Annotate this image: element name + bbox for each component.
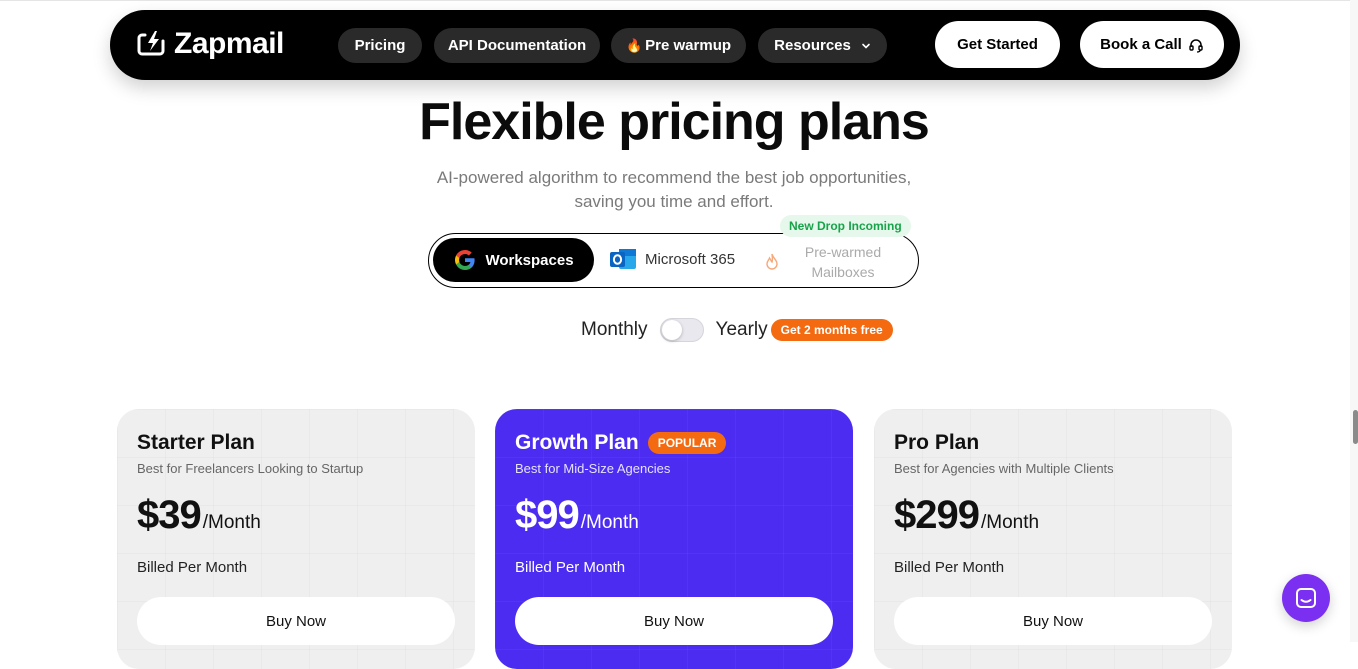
billing-note: Billed Per Month xyxy=(894,559,1005,576)
price-amount: $299 xyxy=(894,493,980,537)
get-started-label: Get Started xyxy=(957,36,1038,53)
fire-icon: 🔥 xyxy=(625,37,643,53)
billing-switch[interactable] xyxy=(659,318,704,342)
plan-name: Growth Plan POPULAR xyxy=(515,431,727,455)
buy-now-button[interactable]: Buy Now xyxy=(894,597,1212,645)
plan-card-pro: Pro Plan Best for Agencies with Multiple… xyxy=(874,409,1232,669)
outlook-icon xyxy=(610,249,636,269)
get-started-button[interactable]: Get Started xyxy=(935,21,1060,68)
price-unit: /Month xyxy=(202,512,261,533)
switch-knob xyxy=(661,320,682,340)
chevron-down-icon xyxy=(862,43,870,49)
nav-pre-warmup-label: Pre warmup xyxy=(645,37,732,54)
tab-workspaces[interactable]: Workspaces xyxy=(433,238,594,282)
nav-resources-label: Resources xyxy=(774,37,851,54)
price-unit: /Month xyxy=(580,512,639,533)
top-border xyxy=(0,0,1358,1)
plan-name-text: Growth Plan xyxy=(515,431,639,454)
yearly-label[interactable]: Yearly xyxy=(716,319,768,341)
plan-description: Best for Agencies with Multiple Clients xyxy=(894,461,1114,476)
plan-card-starter: Starter Plan Best for Freelancers Lookin… xyxy=(117,409,475,669)
nav-pre-warmup[interactable]: 🔥 Pre warmup xyxy=(611,28,746,63)
nav-resources[interactable]: Resources xyxy=(758,28,887,63)
plan-description: Best for Mid-Size Agencies xyxy=(515,461,671,476)
nav-pricing[interactable]: Pricing xyxy=(338,28,422,63)
page-title: Flexible pricing plans xyxy=(419,93,930,151)
promo-badge: Get 2 months free xyxy=(770,319,893,341)
scrollbar-thumb[interactable] xyxy=(1353,410,1358,444)
plan-name: Starter Plan xyxy=(137,431,255,455)
tab-workspaces-label: Workspaces xyxy=(485,251,574,269)
prewarmed-line-2: Mailboxes xyxy=(811,264,875,280)
plan-price: $299 /Month xyxy=(894,493,1039,538)
navbar: Zapmail Pricing API Documentation 🔥 Pre … xyxy=(110,10,1240,80)
provider-toggle: Workspaces Microsoft 365 Pre-warmed Mail… xyxy=(428,233,919,288)
monthly-label[interactable]: Monthly xyxy=(581,319,648,341)
book-call-label: Book a Call xyxy=(1100,36,1182,53)
price-amount: $99 xyxy=(515,493,580,537)
nav-pricing-label: Pricing xyxy=(354,37,406,54)
nav-api-label: API Documentation xyxy=(447,37,587,54)
brand-name: Zapmail xyxy=(174,27,284,60)
lightning-icon xyxy=(137,31,165,56)
chat-icon xyxy=(1296,588,1316,608)
price-unit: /Month xyxy=(980,512,1040,533)
subtitle-line-2: saving you time and effort. xyxy=(574,192,774,211)
plan-price: $99 /Month xyxy=(515,493,639,538)
nav-api-documentation[interactable]: API Documentation xyxy=(434,28,600,63)
buy-now-button[interactable]: Buy Now xyxy=(515,597,833,645)
plan-price: $39 /Month xyxy=(137,493,261,538)
plan-name-text: Pro Plan xyxy=(894,431,980,454)
prewarmed-line-1: Pre-warmed xyxy=(804,244,882,260)
plan-card-growth: Growth Plan POPULAR Best for Mid-Size Ag… xyxy=(495,409,853,669)
scrollbar-track[interactable] xyxy=(1350,0,1358,642)
flame-icon xyxy=(766,253,778,270)
chat-launcher-button[interactable] xyxy=(1282,574,1330,622)
headset-icon xyxy=(1189,38,1203,53)
billing-toggle: Monthly Yearly Get 2 months free xyxy=(581,318,893,342)
tab-microsoft-365[interactable]: Microsoft 365 xyxy=(609,246,735,272)
plan-name: Pro Plan xyxy=(894,431,979,455)
price-amount: $39 xyxy=(137,493,202,537)
tab-prewarmed-label: Pre-warmed Mailboxes xyxy=(793,242,893,282)
book-call-button[interactable]: Book a Call xyxy=(1080,21,1224,68)
google-icon xyxy=(455,250,476,270)
brand-logo[interactable]: Zapmail xyxy=(136,27,284,61)
buy-now-button[interactable]: Buy Now xyxy=(137,597,455,645)
subtitle-line-1: AI-powered algorithm to recommend the be… xyxy=(436,168,912,187)
page-subtitle: AI-powered algorithm to recommend the be… xyxy=(424,166,924,214)
new-drop-badge: New Drop Incoming xyxy=(780,215,911,237)
tab-prewarmed-mailboxes[interactable]: Pre-warmed Mailboxes xyxy=(765,242,893,282)
tab-microsoft-label: Microsoft 365 xyxy=(645,250,736,268)
billing-note: Billed Per Month xyxy=(515,559,626,576)
billing-note: Billed Per Month xyxy=(137,559,248,576)
plan-description: Best for Freelancers Looking to Startup xyxy=(137,461,364,476)
popular-badge: POPULAR xyxy=(647,432,727,454)
plan-name-text: Starter Plan xyxy=(137,431,255,454)
